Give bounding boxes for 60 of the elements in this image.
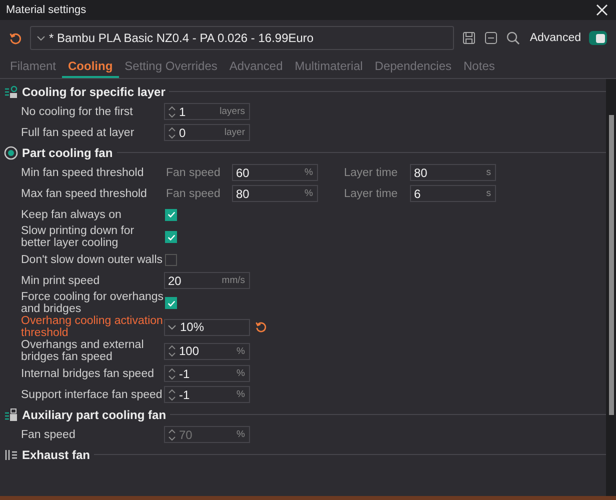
- section-heading: Cooling for specific layer: [22, 84, 166, 98]
- number-field[interactable]: 0 layer: [164, 124, 250, 141]
- settings-group-icon: [4, 84, 18, 98]
- advanced-label: Advanced: [530, 32, 581, 44]
- setting-label: Support interface fan speed: [21, 388, 164, 400]
- setting-label: Force cooling for overhangs and bridges: [21, 291, 164, 315]
- preset-dropdown[interactable]: * Bambu PLA Basic NZ0.4 - PA 0.026 - 16.99Euro: [30, 26, 454, 50]
- setting-label: Max fan speed threshold: [21, 188, 148, 200]
- close-icon[interactable]: [596, 4, 608, 16]
- tab[interactable]: Cooling: [62, 55, 119, 78]
- advanced-toggle[interactable]: [589, 31, 607, 45]
- fan-icon: [4, 146, 18, 160]
- dropdown-field[interactable]: 10%: [164, 318, 250, 336]
- number-field[interactable]: 80 s: [410, 164, 496, 181]
- spinner-icon[interactable]: [168, 366, 176, 380]
- number-field[interactable]: 60 %: [232, 164, 318, 181]
- caret-icon: [37, 36, 45, 40]
- checkbox[interactable]: [165, 231, 177, 243]
- number-field[interactable]: 6 s: [410, 185, 496, 202]
- setting-label: Slow printing down for better layer cooling: [21, 225, 136, 249]
- number-field[interactable]: -1 %: [164, 365, 250, 382]
- field-caption: Fan speed: [165, 166, 222, 178]
- spinner-icon[interactable]: [168, 344, 176, 358]
- search-icon[interactable]: [506, 31, 520, 45]
- field-caption: Layer time: [343, 166, 399, 178]
- spinner-icon[interactable]: [168, 388, 176, 402]
- section-heading: Auxiliary part cooling fan: [22, 408, 166, 422]
- minus-box-icon[interactable]: [484, 31, 498, 45]
- setting-label: Fan speed: [21, 428, 76, 440]
- setting-label: Min fan speed threshold: [21, 166, 145, 178]
- settings-group-icon: [4, 408, 18, 422]
- reset-icon[interactable]: [255, 321, 267, 333]
- field-caption: Layer time: [343, 188, 399, 200]
- number-field[interactable]: -1 %: [164, 386, 250, 403]
- section-heading: Part cooling fan: [22, 146, 113, 160]
- setting-label: No cooling for the first: [21, 106, 134, 118]
- checkbox[interactable]: [165, 297, 177, 309]
- setting-label: Internal bridges fan speed: [21, 368, 155, 380]
- setting-label: Don't slow down outer walls: [21, 254, 164, 266]
- number-field[interactable]: 80 %: [232, 185, 318, 202]
- checkbox[interactable]: [165, 208, 177, 220]
- caret-icon: [168, 324, 176, 330]
- save-icon[interactable]: [462, 31, 476, 45]
- checkbox[interactable]: [165, 254, 177, 266]
- spinner-icon[interactable]: [168, 126, 176, 140]
- number-field[interactable]: 1 layers: [164, 103, 250, 120]
- window-title: Material settings: [6, 4, 86, 16]
- reset-icon[interactable]: [9, 32, 22, 44]
- field-caption: Fan speed: [165, 188, 222, 200]
- setting-label: Overhang cooling activation threshold: [21, 315, 164, 339]
- setting-label: Min print speed: [21, 274, 101, 286]
- setting-label: Full fan speed at layer: [21, 126, 136, 138]
- number-field[interactable]: 100 %: [164, 342, 250, 360]
- section-heading: Exhaust fan: [22, 448, 90, 462]
- spinner-icon[interactable]: [168, 104, 176, 118]
- settings-group-icon: [4, 448, 18, 462]
- setting-label: Overhangs and external bridges fan speed: [21, 339, 145, 363]
- scrollbar-thumb[interactable]: [608, 115, 614, 415]
- setting-label: Keep fan always on: [21, 208, 122, 220]
- number-field[interactable]: 20 mm/s: [164, 272, 250, 289]
